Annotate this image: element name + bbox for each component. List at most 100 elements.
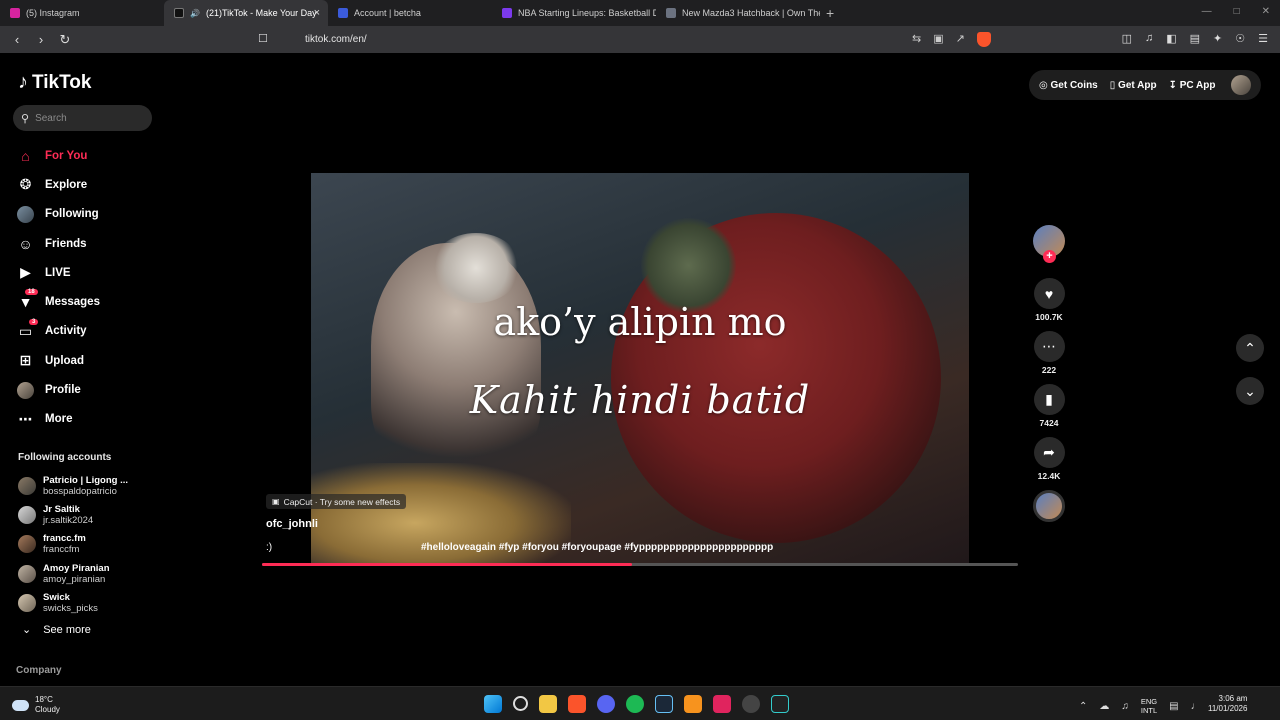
maximize-icon[interactable]: □ [1234,6,1240,17]
tab-mazda[interactable]: New Mazda3 Hatchback | Own The N [656,0,820,26]
see-more-button[interactable]: ⌄ See more [22,623,91,637]
tab-betcha[interactable]: Account | betcha [328,0,492,26]
back-icon[interactable]: ‹ [10,32,24,47]
address-actions: ⇆ ▣ ↗ [912,32,991,47]
sidebar-item-live[interactable]: ▶ LIVE [17,258,100,287]
wallet-icon[interactable]: ▤ [1190,32,1200,45]
music-disc-icon[interactable] [1033,490,1065,522]
menu-icon[interactable]: ☰ [1258,32,1268,45]
following-account-item[interactable]: Jr Saltik jr.saltik2024 [18,500,128,529]
volume-icon[interactable]: ♩ [1191,701,1201,712]
media-icon[interactable]: ♫ [1145,32,1153,45]
tab-label: (5) Instagram [26,8,80,18]
leo-ai-icon[interactable]: ✦ [1213,32,1222,45]
user-avatar[interactable] [1231,75,1252,95]
close-window-icon[interactable]: ✕ [1262,6,1270,17]
sidebar-item-profile[interactable]: Profile [17,375,100,404]
bookmark-icon[interactable]: ☐ [258,32,268,45]
system-clock[interactable]: 3:06 am 11/01/2026 [1208,694,1247,714]
reload-icon[interactable]: ↻ [58,32,72,48]
file-explorer-icon[interactable] [539,695,557,713]
sidebar-item-following[interactable]: Following [17,200,100,229]
share-icon[interactable]: ↗ [956,32,965,47]
language-code: ENG [1140,697,1158,706]
comment-icon[interactable]: ⋯ [1033,331,1065,362]
forward-icon[interactable]: › [34,32,48,47]
capcut-tag[interactable]: ▣ CapCut · Try some new effects [266,494,407,509]
share-action[interactable]: ➦ 12.4K [1033,437,1065,481]
chevron-down-icon: ⌄ [1244,382,1256,399]
previous-video-button[interactable]: ⌃ [1236,334,1264,362]
windows-start-icon[interactable] [484,695,502,713]
live-icon: ▶ [20,264,31,281]
sidebar-item-label: Friends [45,237,87,250]
following-account-item[interactable]: Patricio | Ligong ... bosspaldopatricio [18,471,128,500]
speaker-icon[interactable]: 🔊 [190,9,200,18]
next-video-button[interactable]: ⌄ [1236,377,1264,405]
video-author[interactable]: ofc_johnli [266,518,318,530]
like-action[interactable]: ♥ 100.7K [1033,278,1065,322]
translate-icon[interactable]: ⇆ [912,32,921,47]
video-hashtags[interactable]: #helloloveagain #fyp #foryou #foryoupage… [421,542,773,553]
sidebar-toggle-icon[interactable]: ◧ [1166,32,1176,45]
tab-search-icon[interactable]: ◫ [1122,32,1132,45]
sidebar-item-upload[interactable]: ⊞ Upload [17,346,100,375]
weather-widget[interactable]: 18°C Cloudy [12,695,60,715]
reader-icon[interactable]: ▣ [933,32,943,47]
tab-instagram[interactable]: (5) Instagram [0,0,164,26]
language-indicator[interactable]: ENG INTL [1141,697,1157,715]
tab-tiktok[interactable]: 🔊 (21)TikTok - Make Your Day × [164,0,328,26]
spotify-icon[interactable] [626,695,644,713]
company-link[interactable]: Company [16,665,62,676]
terminal-icon[interactable] [771,695,789,713]
following-account-item[interactable]: Amoy Piranian amoy_piranian [18,559,128,588]
pc-app-button[interactable]: ↧ PC App [1169,80,1216,91]
tab-nba[interactable]: NBA Starting Lineups: Basketball Dai [492,0,656,26]
minimize-icon[interactable]: — [1202,6,1212,17]
video-player[interactable]: ako’y alipin mo Kahit hindi batid [311,173,969,563]
avatar [18,476,36,495]
search-icon[interactable] [513,696,528,711]
chevron-up-icon[interactable]: ⌃ [1079,701,1087,712]
sidebar-item-more[interactable]: ⋯ More [17,405,100,434]
steam-icon[interactable] [655,695,673,713]
close-tab-icon[interactable]: × [314,7,320,19]
discord-icon[interactable] [597,695,615,713]
heart-icon[interactable]: ♥ [1033,278,1065,309]
sidebar-item-friends[interactable]: ☺ Friends [17,229,100,258]
search-input[interactable]: ⚲ Search [13,105,152,131]
temperature: 18°C [35,695,53,704]
follow-plus-icon[interactable]: + [1043,250,1056,263]
sidebar-item-activity[interactable]: ▭ 3 Activity [17,317,100,346]
sidebar-item-for-you[interactable]: ⌂ For You [17,141,100,170]
url-field[interactable]: tiktok.com/en/ [305,34,367,45]
creator-avatar[interactable]: + [1033,225,1065,263]
share-arrow-icon[interactable]: ➦ [1033,437,1065,468]
sidebar-item-messages[interactable]: ▼ 18 Messages [17,287,100,316]
brave-shield-icon[interactable] [976,32,991,47]
phone-icon: ▯ [1109,79,1116,91]
save-action[interactable]: ▮ 7424 [1033,384,1065,428]
following-account-item[interactable]: francc.fm franccfm [18,530,128,559]
bookmark-icon[interactable]: ▮ [1033,384,1065,415]
get-app-button[interactable]: ▯ Get App [1110,80,1157,91]
account-name: francc.fm [43,533,86,545]
comment-action[interactable]: ⋯ 222 [1033,331,1065,375]
app-settings-icon[interactable] [742,695,760,713]
sidebar-item-explore[interactable]: ❂ Explore [17,170,100,199]
vpn-icon[interactable]: ☉ [1235,32,1245,45]
get-coins-button[interactable]: ◎ Get Coins [1039,80,1098,91]
get-app-label: Get App [1118,79,1157,91]
messages-badge: 18 [25,289,38,296]
app-red-icon[interactable] [713,695,731,713]
get-coins-label: Get Coins [1050,79,1098,91]
tiktok-logo[interactable]: ♪ TikTok [18,71,91,94]
brave-browser-icon[interactable] [568,695,586,713]
new-tab-button[interactable]: + [826,5,834,21]
video-progress-bar[interactable] [262,563,1018,566]
onedrive-icon[interactable]: ☁ [1099,701,1109,712]
microphone-icon[interactable]: ♫ [1121,701,1129,712]
network-icon[interactable]: ▤ [1169,701,1178,712]
app-orange-icon[interactable] [684,695,702,713]
following-account-item[interactable]: Swick swicks_picks [18,589,128,618]
